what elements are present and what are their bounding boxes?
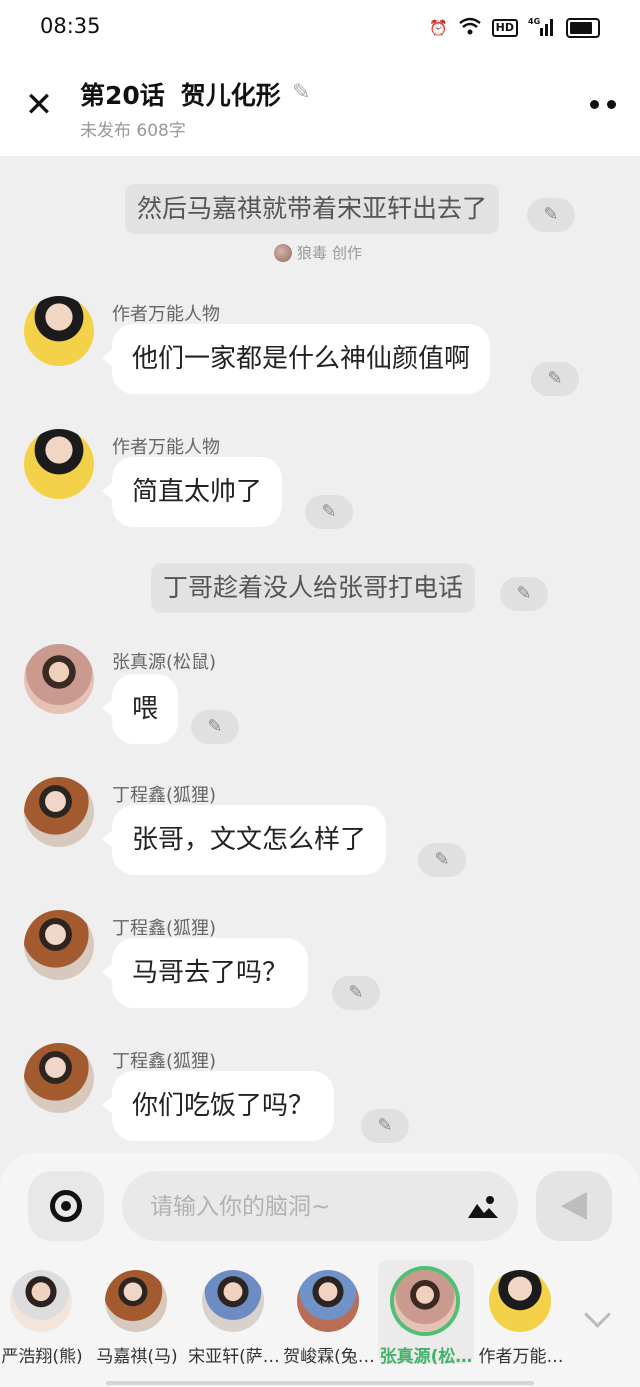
- avatar[interactable]: [24, 429, 94, 499]
- status-icons: ⏰ HD 4G: [429, 16, 600, 40]
- chevron-down-icon[interactable]: [584, 1301, 611, 1328]
- edit-pencil-icon[interactable]: ✎: [500, 577, 548, 611]
- character-avatar: [105, 1270, 167, 1332]
- edit-pencil-icon[interactable]: ✎: [305, 495, 353, 529]
- character-selector: 严浩翔(熊) 马嘉祺(马) 宋亚轩(萨… 贺峻霖(兔… 张真源(松… 作者万能…: [0, 1255, 640, 1387]
- edit-pencil-icon[interactable]: ✎: [418, 843, 466, 877]
- send-icon: [561, 1192, 587, 1220]
- character-item[interactable]: 马嘉祺(马): [89, 1260, 185, 1367]
- character-item[interactable]: 作者万能…: [473, 1260, 569, 1367]
- character-item[interactable]: 宋亚轩(萨…: [186, 1260, 282, 1367]
- edit-pencil-icon[interactable]: ✎: [332, 976, 380, 1010]
- message-input-container: [122, 1171, 518, 1243]
- character-avatar: [394, 1270, 456, 1332]
- creator-name: 狼毒: [297, 244, 328, 262]
- chapter-title: 贺儿化形: [180, 81, 281, 110]
- edit-pencil-icon[interactable]: ✎: [527, 198, 575, 232]
- chapter-number: 第20话: [80, 81, 165, 110]
- chapter-header: ✕ 第20话 贺儿化形 ✎ 未发布 608字: [0, 56, 640, 156]
- message-input[interactable]: [148, 1171, 452, 1243]
- edit-title-icon[interactable]: ✎: [292, 80, 310, 105]
- message-bubble[interactable]: 他们一家都是什么神仙颜值啊: [101, 324, 491, 394]
- sender-name: 作者万能人物: [112, 304, 220, 325]
- character-name: 马嘉祺(马): [96, 1347, 178, 1367]
- alarm-icon: ⏰: [428, 19, 448, 37]
- status-bar: 08:35 ⏰ HD 4G: [0, 0, 640, 56]
- creator-credit: 狼毒 创作: [274, 242, 362, 263]
- creator-suffix: 创作: [332, 244, 363, 262]
- message-bubble[interactable]: 马哥去了吗？: [101, 938, 309, 1008]
- avatar[interactable]: [24, 296, 94, 366]
- image-icon[interactable]: [468, 1194, 498, 1218]
- message-bubble[interactable]: 简直太帅了: [101, 457, 283, 527]
- battery-icon: [566, 18, 600, 38]
- edit-pencil-icon[interactable]: ✎: [191, 710, 239, 744]
- character-name: 张真源(松…: [379, 1347, 473, 1367]
- send-button[interactable]: [536, 1171, 612, 1241]
- sender-name: 作者万能人物: [112, 437, 220, 458]
- character-name: 贺峻霖(兔…: [283, 1347, 375, 1367]
- character-item[interactable]: 贺峻霖(兔…: [281, 1260, 377, 1367]
- character-name: 宋亚轩(萨…: [188, 1347, 280, 1367]
- character-name: 作者万能…: [478, 1347, 564, 1367]
- more-options-icon[interactable]: [590, 100, 616, 109]
- message-bubble[interactable]: 你们吃饭了吗？: [101, 1071, 335, 1141]
- close-icon[interactable]: ✕: [22, 88, 56, 122]
- status-time: 08:35: [40, 14, 101, 38]
- chapter-status: 未发布 608字: [80, 121, 186, 141]
- narration-bubble[interactable]: 丁哥趁着没人给张哥打电话: [151, 563, 476, 613]
- character-name: 严浩翔(熊): [1, 1347, 83, 1367]
- avatar[interactable]: [24, 910, 94, 980]
- character-item-selected[interactable]: 张真源(松…: [378, 1260, 474, 1367]
- message-bubble[interactable]: 喂: [101, 674, 179, 744]
- message-bubble[interactable]: 张哥，文文怎么样了: [101, 805, 387, 875]
- edit-pencil-icon[interactable]: ✎: [361, 1109, 409, 1143]
- composer-bar: [0, 1153, 640, 1263]
- voice-icon: [50, 1190, 82, 1222]
- character-item[interactable]: 严浩翔(熊): [0, 1260, 90, 1367]
- edit-pencil-icon[interactable]: ✎: [531, 362, 579, 396]
- avatar[interactable]: [24, 1043, 94, 1113]
- sender-name: 丁程鑫(狐狸): [112, 918, 217, 939]
- avatar[interactable]: [24, 777, 94, 847]
- svg-text:4G: 4G: [528, 17, 540, 26]
- character-avatar: [202, 1270, 264, 1332]
- page-title: 第20话 贺儿化形: [80, 76, 281, 112]
- signal-icon: 4G: [528, 16, 556, 40]
- sender-name: 张真源(松鼠): [112, 652, 217, 673]
- character-avatar: [297, 1270, 359, 1332]
- hd-badge: HD: [491, 19, 518, 37]
- sender-name: 丁程鑫(狐狸): [112, 785, 217, 806]
- creator-avatar: [274, 243, 292, 262]
- avatar[interactable]: [24, 644, 94, 714]
- character-avatar: [10, 1270, 72, 1332]
- wifi-icon: [458, 17, 482, 39]
- character-avatar: [489, 1270, 551, 1332]
- voice-button[interactable]: [28, 1171, 104, 1241]
- narration-bubble[interactable]: 然后马嘉祺就带着宋亚轩出去了: [125, 184, 500, 234]
- scrollbar[interactable]: [106, 1381, 534, 1385]
- sender-name: 丁程鑫(狐狸): [112, 1051, 217, 1072]
